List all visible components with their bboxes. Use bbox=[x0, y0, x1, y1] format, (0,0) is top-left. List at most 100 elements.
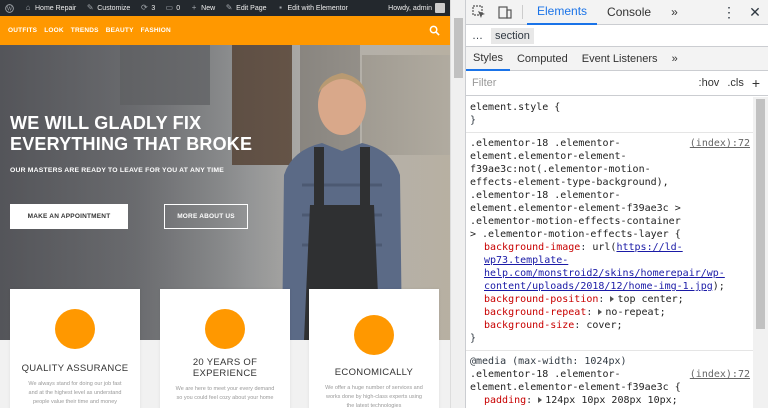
account-menu[interactable]: Howdy, admin bbox=[383, 0, 450, 16]
hover-state-toggle[interactable]: :hov bbox=[699, 77, 720, 89]
tab-computed[interactable]: Computed bbox=[510, 47, 575, 71]
css-property-background-position[interactable]: background-position: top center; bbox=[470, 293, 750, 306]
devtools-panel: Elements Console » ⋮ ✕ … section Styles … bbox=[465, 0, 768, 408]
updates-icon: ⟳ bbox=[140, 3, 148, 12]
more-subtabs-button[interactable]: » bbox=[665, 47, 685, 71]
wp-logo-button[interactable]: W bbox=[0, 0, 19, 16]
updates-count: 3 bbox=[151, 4, 156, 12]
nav-item-fashion[interactable]: FASHION bbox=[141, 27, 171, 34]
sidebar-tabs: Styles Computed Event Listeners » bbox=[466, 47, 768, 71]
feature-text: We always stand for doing our job fast a… bbox=[28, 381, 122, 405]
howdy-label: Howdy, admin bbox=[388, 4, 432, 12]
plus-icon: + bbox=[191, 3, 197, 12]
edit-page-button[interactable]: ✎ Edit Page bbox=[220, 0, 271, 16]
rule-close-brace: } bbox=[470, 115, 477, 126]
new-content-button[interactable]: + New bbox=[185, 0, 220, 16]
expand-triangle-icon[interactable] bbox=[610, 296, 615, 302]
more-tabs-button[interactable]: » bbox=[661, 0, 688, 25]
make-appointment-button[interactable]: MAKE AN APPOINTMENT bbox=[10, 204, 128, 229]
wp-admin-bar: W ⌂ Home Repair ✎ Customize ⟳ 3 ▭ 0 + Ne… bbox=[0, 0, 450, 16]
feature-icon-circle bbox=[55, 309, 95, 349]
feature-text: We offer a huge number of services and w… bbox=[325, 385, 423, 408]
media-query: @media (max-width: 1024px) bbox=[470, 356, 627, 367]
breadcrumb: … section bbox=[466, 25, 768, 47]
breadcrumb-item-section[interactable]: section bbox=[491, 27, 534, 44]
feature-icon-circle bbox=[205, 309, 245, 349]
avatar bbox=[435, 3, 445, 13]
breadcrumb-overflow[interactable]: … bbox=[472, 30, 483, 42]
expand-triangle-icon[interactable] bbox=[598, 309, 603, 315]
rule-source-link[interactable]: (index):72 bbox=[690, 368, 750, 381]
nav-item-beauty[interactable]: BEAUTY bbox=[106, 27, 134, 34]
search-icon[interactable] bbox=[429, 25, 440, 36]
svg-text:W: W bbox=[7, 6, 13, 12]
home-icon: ⌂ bbox=[25, 3, 31, 12]
comment-icon: ▭ bbox=[165, 3, 174, 12]
new-label: New bbox=[201, 4, 216, 12]
customize-label: Customize bbox=[97, 4, 131, 12]
close-devtools-button[interactable]: ✕ bbox=[742, 0, 768, 25]
inspect-icon bbox=[472, 5, 485, 18]
inspect-element-button[interactable] bbox=[466, 0, 492, 25]
rule-selector[interactable]: .elementor-18 .elementor-element.element… bbox=[470, 137, 750, 241]
css-property-background-repeat[interactable]: background-repeat: no-repeat; bbox=[470, 306, 750, 319]
styles-filter-bar: Filter :hov .cls + bbox=[466, 71, 768, 96]
feature-card-quality: QUALITY ASSURANCE We always stand for do… bbox=[10, 289, 140, 408]
edit-page-label: Edit Page bbox=[236, 4, 267, 12]
pencil-icon: ✎ bbox=[225, 3, 233, 12]
page-scrollbar[interactable] bbox=[450, 0, 465, 408]
device-icon bbox=[498, 6, 512, 19]
customize-button[interactable]: ✎ Customize bbox=[81, 0, 135, 16]
css-rule-media-padding: @media (max-width: 1024px) (index):72 .e… bbox=[466, 351, 754, 408]
css-property-padding[interactable]: padding: 124px 10px 208px 10px; bbox=[470, 394, 750, 407]
rule-close-brace: } bbox=[470, 333, 477, 344]
feature-title: 20 YEARS OF EXPERIENCE bbox=[192, 357, 258, 379]
comments-button[interactable]: ▭ 0 bbox=[160, 0, 185, 16]
rule-source-link[interactable]: (index):72 bbox=[690, 137, 750, 150]
new-style-rule-button[interactable]: + bbox=[752, 75, 760, 91]
website-viewport: W ⌂ Home Repair ✎ Customize ⟳ 3 ▭ 0 + Ne… bbox=[0, 0, 450, 408]
styles-scrollbar-thumb[interactable] bbox=[756, 99, 765, 329]
tab-event-listeners[interactable]: Event Listeners bbox=[575, 47, 665, 71]
close-icon: ✕ bbox=[749, 3, 761, 20]
site-navigation: OUTFITS LOOK TRENDS BEAUTY FASHION bbox=[0, 16, 450, 45]
devtools-toolbar: Elements Console » ⋮ ✕ bbox=[466, 0, 768, 25]
updates-button[interactable]: ⟳ 3 bbox=[135, 0, 160, 16]
nav-item-outfits[interactable]: OUTFITS bbox=[8, 27, 37, 34]
edit-elementor-button[interactable]: ▪ Edit with Elementor bbox=[272, 0, 353, 16]
tab-styles[interactable]: Styles bbox=[466, 47, 510, 71]
kebab-icon: ⋮ bbox=[722, 3, 736, 20]
hero-title: WE WILL GLADLY FIX EVERYTHING THAT BROKE bbox=[10, 113, 253, 154]
styles-pane: element.style { } (index):72 .elementor-… bbox=[466, 97, 754, 408]
element-style-rule: element.style { } bbox=[466, 97, 754, 133]
class-toggle[interactable]: .cls bbox=[727, 77, 744, 89]
feature-title: QUALITY ASSURANCE bbox=[21, 363, 129, 374]
site-name-button[interactable]: ⌂ Home Repair bbox=[19, 0, 81, 16]
css-property-background-image[interactable]: background-image: url(https://ld-wp73.te… bbox=[470, 241, 750, 293]
more-about-us-button[interactable]: MORE ABOUT US bbox=[164, 204, 248, 229]
nav-item-look[interactable]: LOOK bbox=[44, 27, 64, 34]
feature-icon-circle bbox=[354, 315, 394, 355]
tab-console[interactable]: Console bbox=[597, 0, 661, 25]
expand-triangle-icon[interactable] bbox=[538, 397, 543, 403]
element-style-selector[interactable]: element.style { bbox=[470, 101, 750, 114]
styles-filter-input[interactable]: Filter bbox=[472, 77, 699, 89]
hero-subtitle: OUR MASTERS ARE READY TO LEAVE FOR YOU A… bbox=[10, 167, 224, 174]
styles-scrollbar[interactable] bbox=[753, 97, 768, 408]
edit-elementor-label: Edit with Elementor bbox=[287, 4, 348, 12]
css-property-background-size[interactable]: background-size: cover; bbox=[470, 319, 750, 332]
page-scrollbar-thumb[interactable] bbox=[454, 18, 463, 78]
tab-elements[interactable]: Elements bbox=[527, 0, 598, 25]
elementor-icon: ▪ bbox=[279, 3, 282, 12]
feature-card-experience: 20 YEARS OF EXPERIENCE We are here to me… bbox=[160, 289, 290, 408]
feature-text: We are here to meet your every demand so… bbox=[175, 386, 275, 401]
comments-count: 0 bbox=[176, 4, 181, 12]
feature-title: ECONOMICALLY bbox=[334, 367, 414, 378]
wordpress-icon: W bbox=[5, 3, 14, 13]
nav-item-trends[interactable]: TRENDS bbox=[71, 27, 99, 34]
site-name-label: Home Repair bbox=[35, 4, 77, 12]
devtools-menu-button[interactable]: ⋮ bbox=[716, 0, 742, 25]
brush-icon: ✎ bbox=[86, 3, 94, 12]
device-toolbar-button[interactable] bbox=[492, 0, 518, 25]
double-chevron-icon: » bbox=[671, 52, 678, 65]
